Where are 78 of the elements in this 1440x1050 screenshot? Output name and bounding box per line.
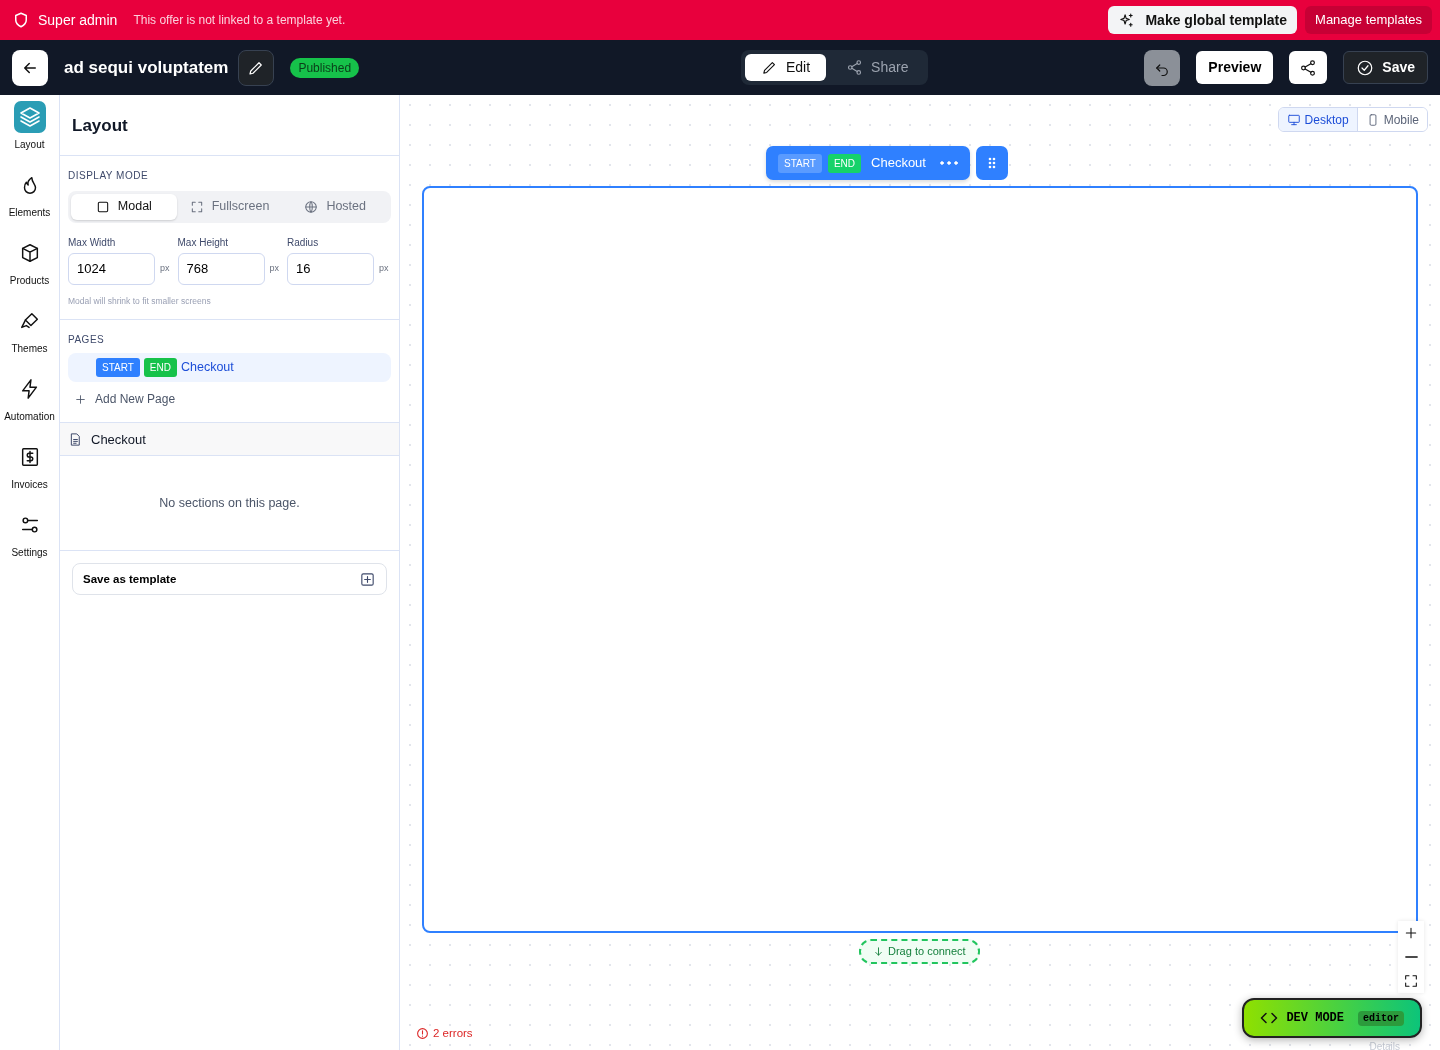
share-icon — [846, 59, 864, 76]
back-button[interactable] — [12, 49, 48, 86]
square-icon — [95, 199, 110, 214]
plus-icon — [74, 392, 87, 406]
number-field[interactable]: 1024 — [68, 252, 155, 285]
unit-label: px — [379, 261, 389, 275]
field-label: Max Width — [68, 235, 117, 250]
display-mode-option[interactable]: Hosted — [282, 193, 388, 220]
check-circle-icon — [1356, 58, 1375, 77]
page-node[interactable]: START END Checkout — [766, 146, 970, 180]
shield-icon — [12, 11, 30, 29]
share-icon — [1299, 58, 1318, 77]
document-icon — [68, 431, 83, 447]
offer-title: ad sequi voluptatem — [64, 56, 229, 79]
field-label: Max Height — [177, 235, 230, 250]
minus-icon — [1404, 956, 1418, 958]
rename-button[interactable] — [238, 49, 275, 86]
number-field[interactable]: 768 — [177, 252, 265, 285]
section-heading: PAGES — [68, 333, 106, 348]
plus-icon — [1403, 925, 1419, 941]
share-button[interactable] — [1289, 51, 1328, 84]
save-button[interactable]: Save — [1343, 51, 1428, 84]
nav-item[interactable]: Automation — [0, 373, 60, 424]
sparkle-icon — [1118, 11, 1136, 29]
make-template-button[interactable]: Make global template — [1108, 6, 1298, 34]
banner-message: This offer is not linked to a template yet. — [133, 12, 346, 29]
error-count[interactable]: 2 errors — [416, 1024, 473, 1042]
device-toggle[interactable]: Mobile — [1356, 108, 1427, 131]
expand-icon — [1403, 973, 1419, 989]
layers-icon — [17, 105, 42, 129]
nav-item[interactable]: Themes — [0, 305, 60, 356]
unit-label: px — [160, 261, 170, 275]
fit-view-button[interactable] — [1398, 969, 1424, 993]
globe-icon — [304, 199, 319, 214]
page-name: Checkout — [181, 359, 234, 377]
pencil-icon — [761, 59, 778, 76]
nav-item[interactable]: Elements — [0, 169, 60, 220]
panel-title: Layout — [71, 115, 129, 137]
add-page-button[interactable]: Add New Page — [68, 382, 182, 409]
end-tag: END — [827, 153, 862, 173]
connect-handle[interactable]: Drag to connect — [859, 939, 980, 964]
dev-mode-button[interactable]: DEV MODE editor — [1242, 998, 1422, 1038]
monitor-icon — [1286, 112, 1301, 127]
nav-item[interactable]: Products — [0, 237, 60, 288]
alert-icon — [416, 1026, 429, 1040]
page-section-title: Checkout — [91, 430, 146, 449]
start-tag: START — [778, 153, 822, 173]
nav-item[interactable]: Layout — [0, 101, 60, 152]
unit-label: px — [269, 261, 280, 275]
start-tag: START — [96, 358, 140, 378]
page-item[interactable]: START END Checkout — [68, 353, 391, 383]
error-text: 2 errors — [433, 1025, 473, 1041]
field-label: Radius — [287, 235, 320, 250]
hint-text: Modal will shrink to fit smaller screens — [68, 294, 212, 308]
display-mode-option[interactable]: Modal — [71, 193, 177, 220]
nav-item[interactable]: Invoices — [0, 441, 60, 492]
plus-square-icon — [359, 570, 376, 588]
number-field[interactable]: 16 — [287, 252, 375, 285]
role-label: Super admin — [38, 10, 118, 30]
mode-tab[interactable]: Edit — [745, 54, 827, 81]
save-template-button[interactable]: Save as template — [72, 563, 387, 596]
page-name: Checkout — [871, 154, 926, 173]
mode-tag: editor — [1358, 1010, 1404, 1026]
expand-icon — [189, 199, 204, 214]
section-heading: DISPLAY MODE — [68, 168, 150, 183]
device-toggle[interactable]: Desktop — [1278, 108, 1357, 131]
display-mode-option[interactable]: Fullscreen — [176, 193, 283, 220]
status-badge: Published — [290, 57, 360, 78]
arrow-down-icon — [873, 945, 884, 957]
end-tag: END — [143, 358, 177, 378]
empty-message: No sections on this page. — [60, 456, 399, 552]
preview-button[interactable]: Preview — [1196, 51, 1274, 84]
drag-handle[interactable] — [975, 146, 1008, 180]
more-icon — [939, 161, 958, 165]
zoom-in-button[interactable] — [1398, 921, 1424, 945]
mode-tab[interactable]: Share — [830, 54, 925, 81]
nav-item[interactable]: Settings — [0, 509, 60, 560]
manage-templates-button[interactable]: Manage templates — [1305, 6, 1432, 34]
